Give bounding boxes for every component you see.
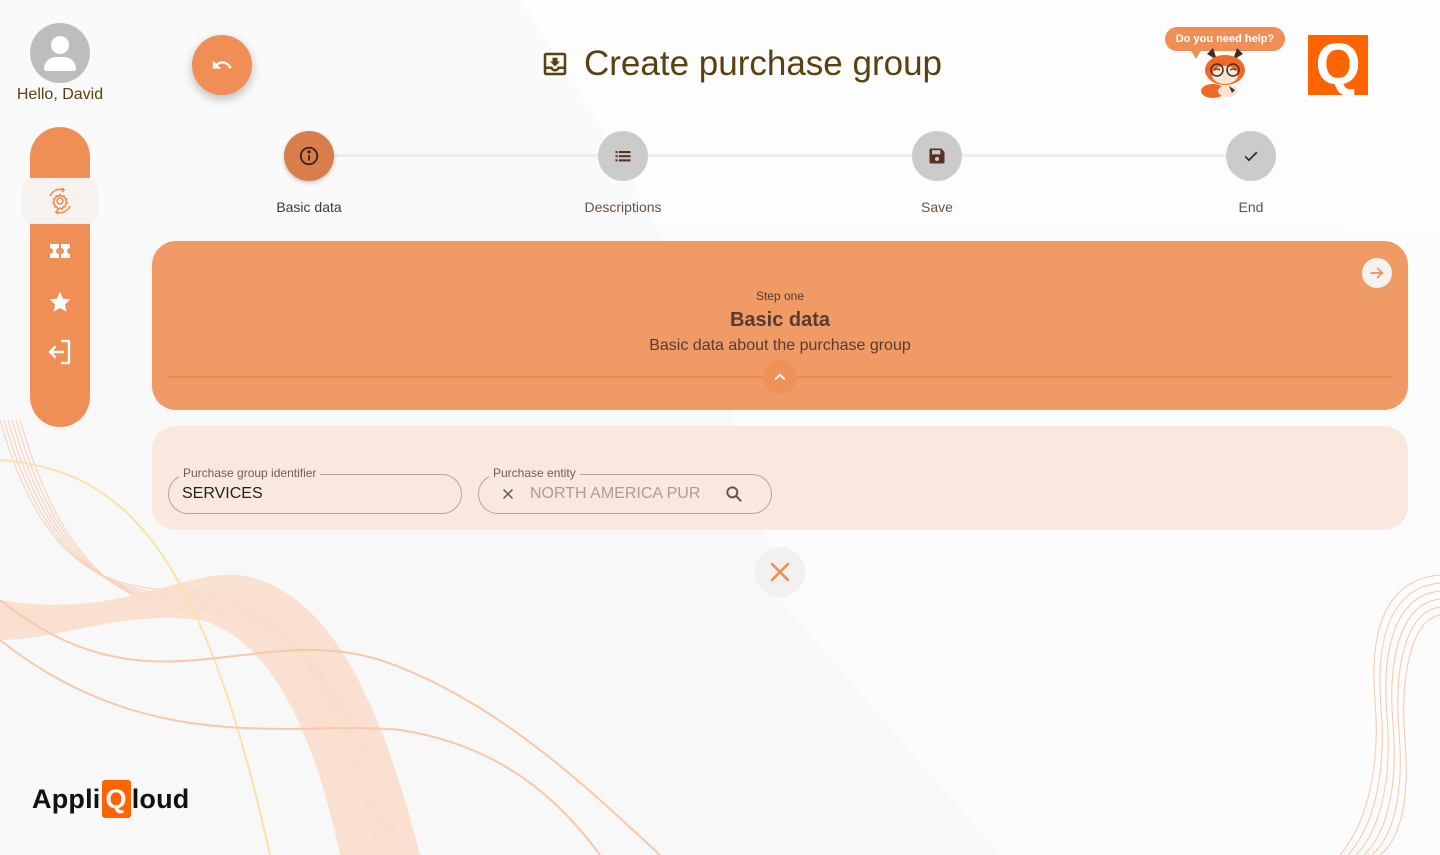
purchase-entity-input[interactable]: NORTH AMERICA PUR <box>530 485 700 503</box>
step-title: Basic data <box>729 309 831 331</box>
sidebar-item-favorites[interactable] <box>30 282 90 322</box>
undo-icon <box>212 60 232 69</box>
purchase-group-identifier-value[interactable]: SERVICES <box>182 485 263 503</box>
step-descriptions[interactable]: Descriptions <box>543 131 703 215</box>
next-step-button[interactable] <box>1362 258 1392 288</box>
step-save[interactable]: Save <box>857 131 1017 215</box>
step-kicker: Step one <box>755 289 805 303</box>
page-title: Create purchase group <box>584 44 942 83</box>
arrow-right-icon <box>1370 267 1384 279</box>
step-end[interactable]: End <box>1171 131 1331 215</box>
list-icon <box>615 151 631 162</box>
stepper-track <box>309 154 1251 157</box>
cancel-button[interactable] <box>755 547 805 597</box>
fox-mascot-icon[interactable] <box>1195 46 1255 100</box>
purchase-group-identifier-field[interactable]: Purchase group identifier SERVICES <box>168 466 462 514</box>
step-description: Basic data about the purchase group <box>649 337 911 354</box>
page-header: Create purchase group <box>540 44 942 84</box>
purchase-entity-field[interactable]: Purchase entity NORTH AMERICA PUR <box>478 466 772 514</box>
sidebar <box>22 127 98 427</box>
floppy-icon <box>929 148 945 164</box>
step-header-panel: Step one Basic data Basic data about the… <box>152 241 1408 410</box>
collapse-button[interactable] <box>763 360 797 394</box>
ticket-icon <box>50 244 70 258</box>
purchase-entity-label: Purchase entity <box>489 466 580 480</box>
form-panel: Purchase group identifier SERVICES Purch… <box>152 426 1408 530</box>
person-icon <box>51 36 69 54</box>
gear-sync-icon <box>49 187 71 215</box>
user-greeting: Hello, David <box>16 86 104 103</box>
close-icon <box>770 562 790 582</box>
sidebar-item-logout[interactable] <box>30 332 90 372</box>
sidebar-item-settings-sync[interactable] <box>22 178 98 224</box>
app-logo[interactable]: Q <box>1308 35 1368 95</box>
star-icon <box>49 291 71 312</box>
download-box-icon <box>543 52 567 76</box>
chevron-up-icon <box>774 373 786 380</box>
check-icon <box>1244 151 1258 162</box>
logout-icon <box>48 339 71 365</box>
step-basic-data[interactable]: Basic data <box>229 131 389 215</box>
user-profile[interactable]: Hello, David <box>14 23 106 104</box>
back-button[interactable] <box>192 35 252 95</box>
sidebar-item-tickets[interactable] <box>30 232 90 272</box>
clear-icon[interactable] <box>499 485 517 503</box>
purchase-group-identifier-label: Purchase group identifier <box>179 466 321 480</box>
info-icon <box>299 146 319 166</box>
search-icon[interactable] <box>724 484 744 504</box>
appliqloud-logo: Appli Qloud <box>32 780 189 818</box>
avatar[interactable] <box>30 23 90 83</box>
